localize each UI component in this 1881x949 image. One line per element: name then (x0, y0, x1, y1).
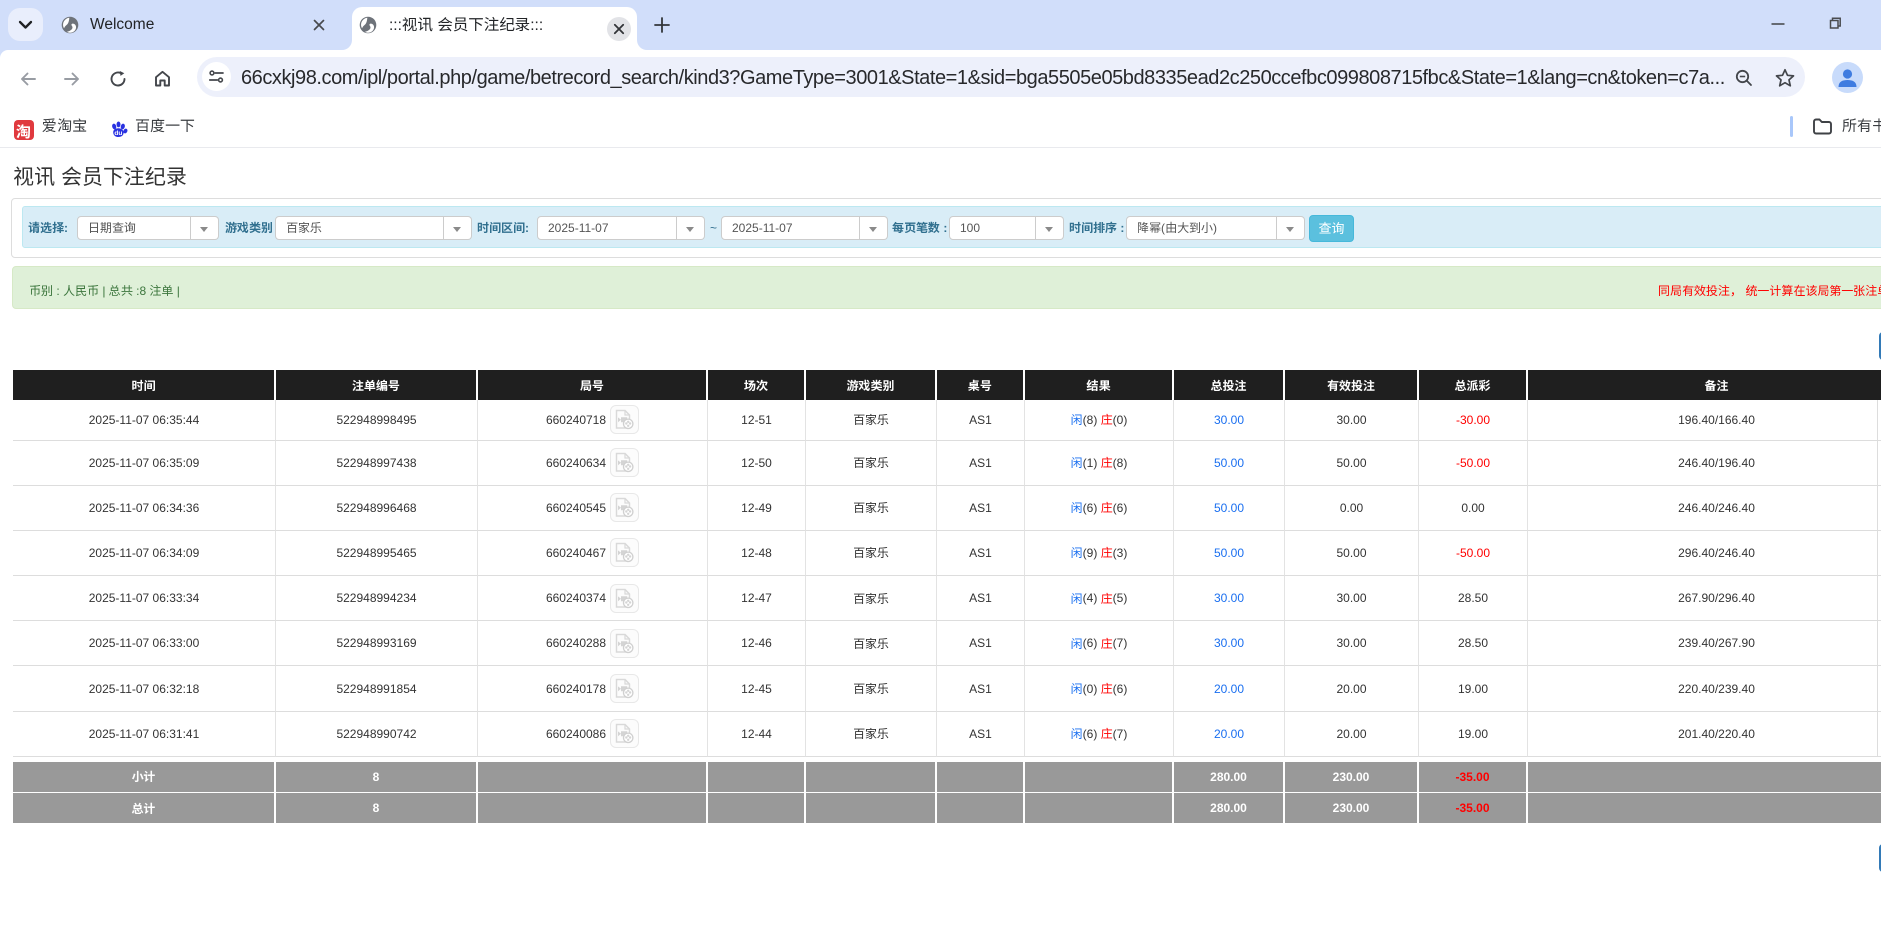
svg-text:du: du (114, 130, 122, 137)
